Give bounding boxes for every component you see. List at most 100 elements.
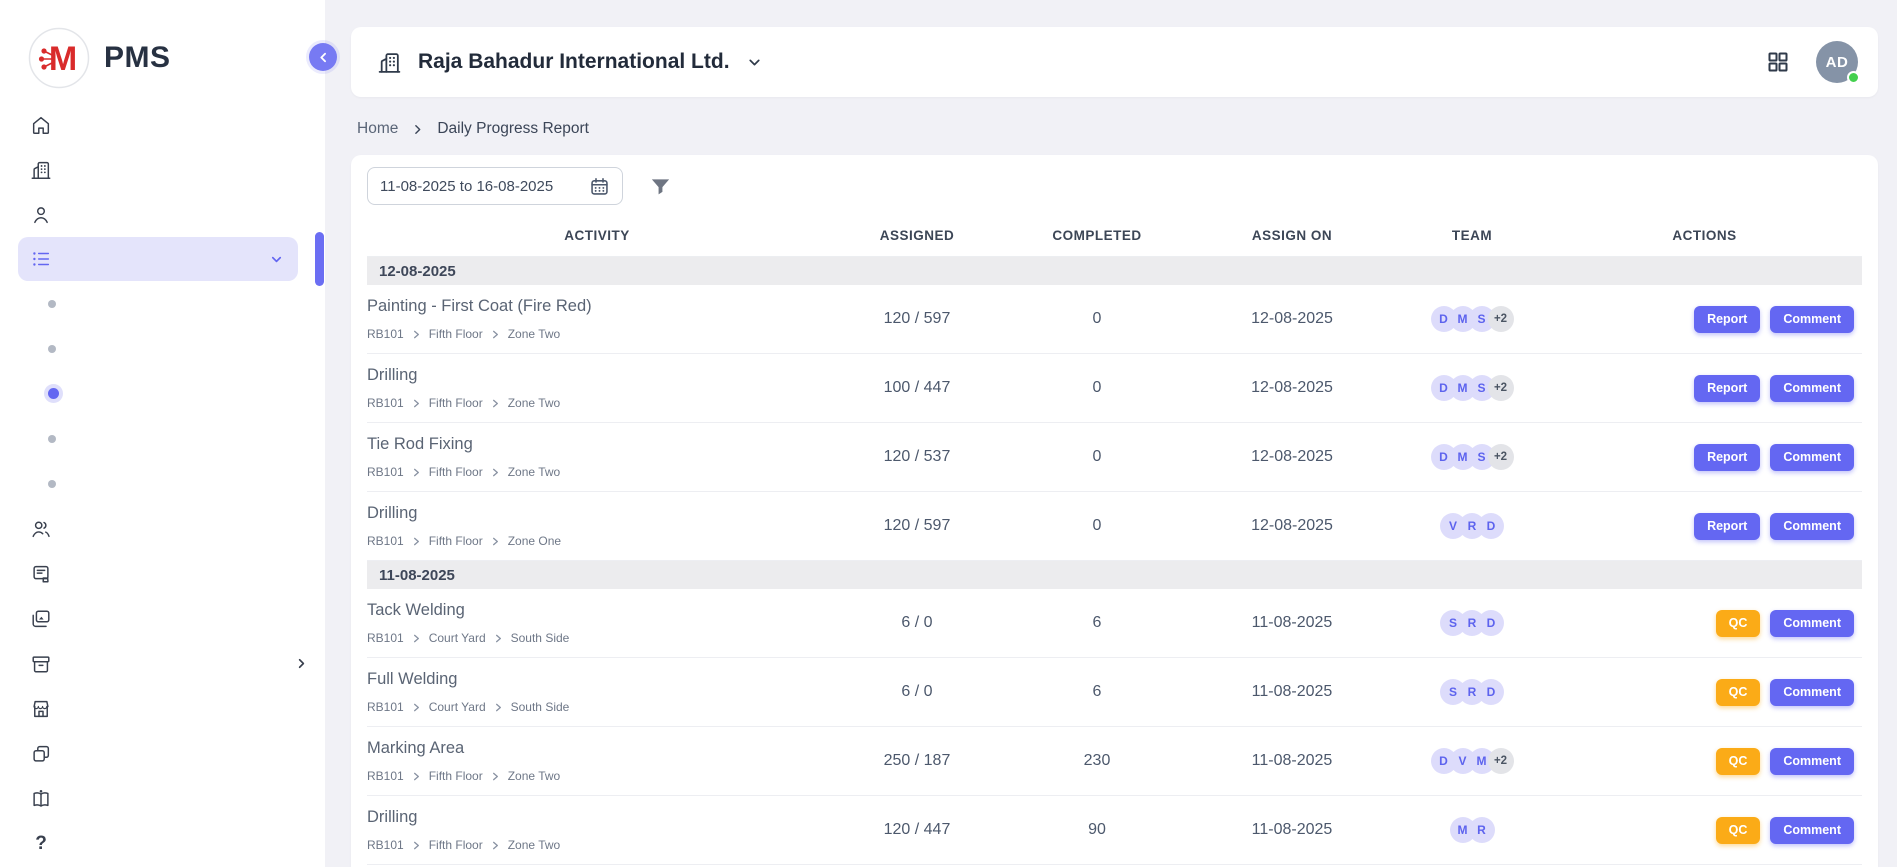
- sidebar-item-expense[interactable]: [0, 551, 325, 596]
- date-range-input[interactable]: 11-08-2025 to 16-08-2025: [367, 167, 623, 205]
- table-row: DrillingRB101Fifth FloorZone Two120 / 44…: [367, 796, 1862, 865]
- comment-button[interactable]: Comment: [1770, 817, 1854, 844]
- report-button[interactable]: Report: [1694, 375, 1760, 402]
- activity-name: Painting - First Coat (Fire Red): [367, 297, 827, 316]
- location-segment: South Side: [511, 631, 570, 645]
- qc-button[interactable]: QC: [1716, 817, 1761, 844]
- activity-name: Marking Area: [367, 739, 827, 758]
- location-segment: RB101: [367, 534, 404, 548]
- report-button[interactable]: Report: [1694, 444, 1760, 471]
- actions-cell: Report Comment: [1547, 444, 1862, 471]
- path-separator-icon: [491, 399, 500, 408]
- sidebar-subitem-attendance[interactable]: [0, 281, 325, 326]
- assigned-cell: 120 / 537: [827, 448, 1007, 466]
- comment-button[interactable]: Comment: [1770, 306, 1854, 333]
- breadcrumb-link-home[interactable]: Home: [357, 120, 398, 138]
- completed-cell: 6: [1007, 614, 1187, 632]
- path-separator-icon: [412, 399, 421, 408]
- bullet-icon: [48, 300, 56, 308]
- sidebar-subitem-project-report[interactable]: [0, 416, 325, 461]
- assign-on-cell: 11-08-2025: [1187, 752, 1397, 770]
- bullet-icon: [48, 435, 56, 443]
- activity-cell: Marking AreaRB101Fifth FloorZone Two: [367, 739, 827, 783]
- chevron-down-icon: [269, 252, 284, 267]
- path-separator-icon: [412, 330, 421, 339]
- sidebar-item-activities[interactable]: [18, 237, 298, 281]
- sidebar-item-inventory[interactable]: [0, 686, 325, 731]
- activity-location-path: RB101Fifth FloorZone Two: [367, 465, 827, 479]
- sidebar-item-help-desk[interactable]: ?: [0, 821, 325, 866]
- path-separator-icon: [491, 468, 500, 477]
- activity-name: Tie Rod Fixing: [367, 435, 827, 454]
- assigned-cell: 120 / 447: [827, 821, 1007, 839]
- actions-cell: QC Comment: [1547, 748, 1862, 775]
- apps-grid-button[interactable]: [1762, 46, 1794, 78]
- sidebar-item-employees[interactable]: [0, 192, 325, 237]
- company-selector[interactable]: Raja Bahadur International Ltd.: [377, 50, 763, 75]
- actions-cell: QC Comment: [1547, 610, 1862, 637]
- comment-button[interactable]: Comment: [1770, 748, 1854, 775]
- team-extra-count: +2: [1488, 375, 1514, 401]
- group-date-row: 11-08-2025: [367, 561, 1862, 589]
- column-header-assigned: ASSIGNED: [827, 228, 1007, 243]
- assign-on-cell: 12-08-2025: [1187, 379, 1397, 397]
- sidebar-item-administration[interactable]: [0, 641, 325, 686]
- qc-button[interactable]: QC: [1716, 610, 1761, 637]
- building-icon: [377, 50, 402, 75]
- bullet-icon: [48, 388, 59, 399]
- comment-button[interactable]: Comment: [1770, 513, 1854, 540]
- sidebar-subitem-daily-expenses[interactable]: [0, 461, 325, 506]
- location-segment: RB101: [367, 631, 404, 645]
- location-segment: South Side: [511, 700, 570, 714]
- sidebar-collapse-button[interactable]: [309, 43, 337, 71]
- location-segment: RB101: [367, 396, 404, 410]
- path-separator-icon: [412, 841, 421, 850]
- report-button[interactable]: Report: [1694, 306, 1760, 333]
- assign-on-cell: 12-08-2025: [1187, 517, 1397, 535]
- sidebar-item-support[interactable]: [0, 731, 325, 776]
- activity-location-path: RB101Court YardSouth Side: [367, 700, 827, 714]
- person-icon: [30, 204, 52, 226]
- location-segment: RB101: [367, 327, 404, 341]
- location-segment: Zone Two: [508, 327, 560, 341]
- column-header-activity: ACTIVITY: [367, 228, 827, 243]
- comment-button[interactable]: Comment: [1770, 679, 1854, 706]
- filter-button[interactable]: [649, 175, 672, 198]
- path-separator-icon: [491, 841, 500, 850]
- content-card: 11-08-2025 to 16-08-2025 ACTIVITYASSIG: [351, 155, 1878, 867]
- sidebar-item-directory[interactable]: [0, 506, 325, 551]
- activity-location-path: RB101Fifth FloorZone Two: [367, 396, 827, 410]
- sidebar-item-projects[interactable]: [0, 147, 325, 192]
- comment-button[interactable]: Comment: [1770, 610, 1854, 637]
- activity-location-path: RB101Fifth FloorZone One: [367, 534, 827, 548]
- completed-cell: 0: [1007, 517, 1187, 535]
- path-separator-icon: [412, 634, 421, 643]
- comment-button[interactable]: Comment: [1770, 444, 1854, 471]
- comment-button[interactable]: Comment: [1770, 375, 1854, 402]
- table-row: DrillingRB101Fifth FloorZone One120 / 59…: [367, 492, 1862, 561]
- sidebar-subitem-daily-task-planning[interactable]: [0, 326, 325, 371]
- activity-cell: DrillingRB101Fifth FloorZone Two: [367, 366, 827, 410]
- location-segment: RB101: [367, 769, 404, 783]
- sidebar-item-image-gallary[interactable]: [0, 596, 325, 641]
- sidebar-item-documentation[interactable]: [0, 776, 325, 821]
- activity-name: Drilling: [367, 504, 827, 523]
- copy-icon: [30, 743, 52, 765]
- user-avatar[interactable]: AD: [1816, 41, 1858, 83]
- team-cell: SRD: [1397, 610, 1547, 636]
- sidebar-subitem-daily-progress-report[interactable]: [0, 371, 325, 416]
- breadcrumb: HomeDaily Progress Report: [357, 119, 1878, 139]
- receipt-icon: [30, 563, 52, 585]
- archive-icon: [30, 653, 52, 675]
- report-button[interactable]: Report: [1694, 513, 1760, 540]
- team-cell: SRD: [1397, 679, 1547, 705]
- qc-button[interactable]: QC: [1716, 748, 1761, 775]
- qc-button[interactable]: QC: [1716, 679, 1761, 706]
- sidebar-item-dashboard[interactable]: [0, 102, 325, 147]
- assign-on-cell: 11-08-2025: [1187, 614, 1397, 632]
- chevron-down-icon: [746, 54, 763, 71]
- location-segment: Zone Two: [508, 769, 560, 783]
- assign-on-cell: 11-08-2025: [1187, 821, 1397, 839]
- group-date-row: 12-08-2025: [367, 257, 1862, 285]
- completed-cell: 0: [1007, 448, 1187, 466]
